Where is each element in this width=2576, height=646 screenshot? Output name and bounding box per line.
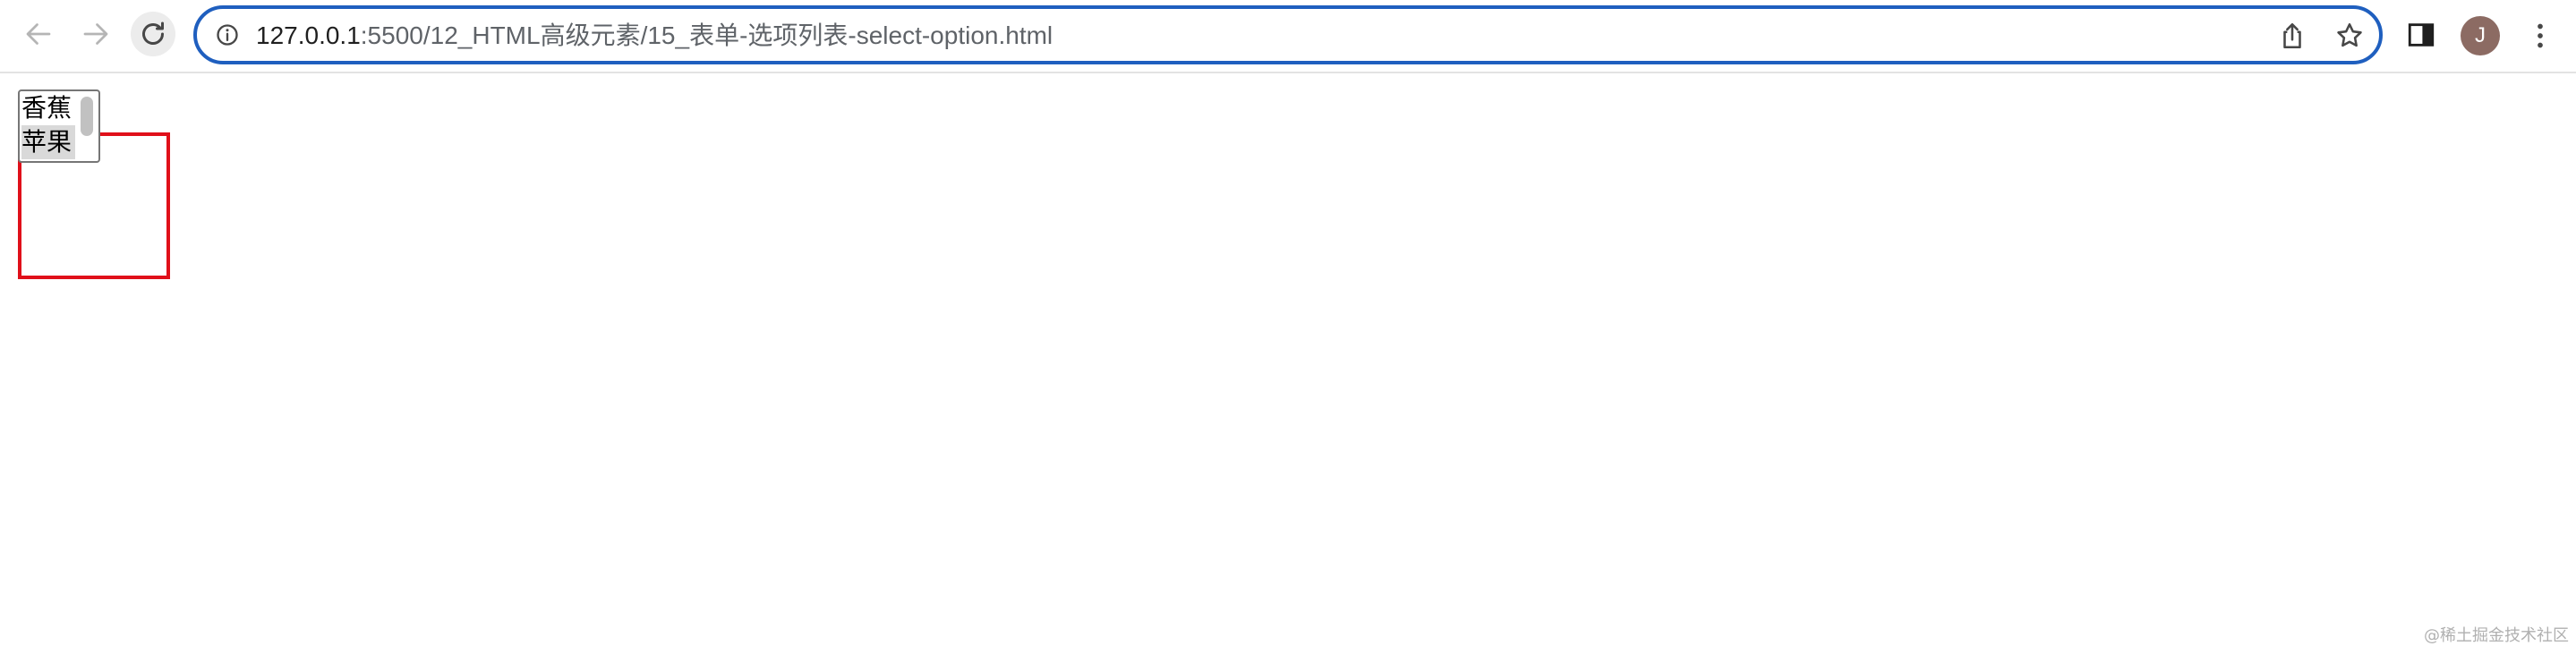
share-icon[interactable] (2277, 21, 2307, 51)
address-bar[interactable]: 127.0.0.1:5500/12_HTML高级元素/15_表单-选项列表-se… (193, 5, 2383, 64)
avatar[interactable]: J (2461, 16, 2500, 55)
forward-button[interactable] (73, 12, 118, 56)
url-path: :5500/12_HTML高级元素/15_表单-选项列表-select-opti… (360, 21, 1053, 49)
url-host: 127.0.0.1 (256, 21, 361, 49)
browser-toolbar: 127.0.0.1:5500/12_HTML高级元素/15_表单-选项列表-se… (0, 0, 2576, 73)
reload-icon (142, 21, 164, 45)
arrow-right-icon (83, 23, 108, 45)
scrollbar-thumb[interactable] (81, 97, 93, 136)
kebab-menu-icon[interactable] (2524, 18, 2556, 54)
watermark: @稀土掘金技术社区 (2424, 626, 2569, 645)
select-option-selected[interactable]: 苹果 (21, 125, 75, 159)
url-text: 127.0.0.1:5500/12_HTML高级元素/15_表单-选项列表-se… (256, 21, 1053, 51)
page-content: 香蕉 苹果 @稀土掘金技术社区 (0, 73, 2576, 645)
reload-button[interactable] (131, 12, 175, 56)
back-button[interactable] (16, 12, 61, 56)
star-icon[interactable] (2334, 21, 2365, 51)
side-panel-icon[interactable] (2406, 20, 2436, 50)
arrow-left-icon (26, 23, 51, 45)
fruit-select-list[interactable]: 香蕉 苹果 (18, 89, 100, 163)
info-icon[interactable] (215, 22, 240, 47)
select-option[interactable]: 香蕉 (21, 91, 75, 125)
